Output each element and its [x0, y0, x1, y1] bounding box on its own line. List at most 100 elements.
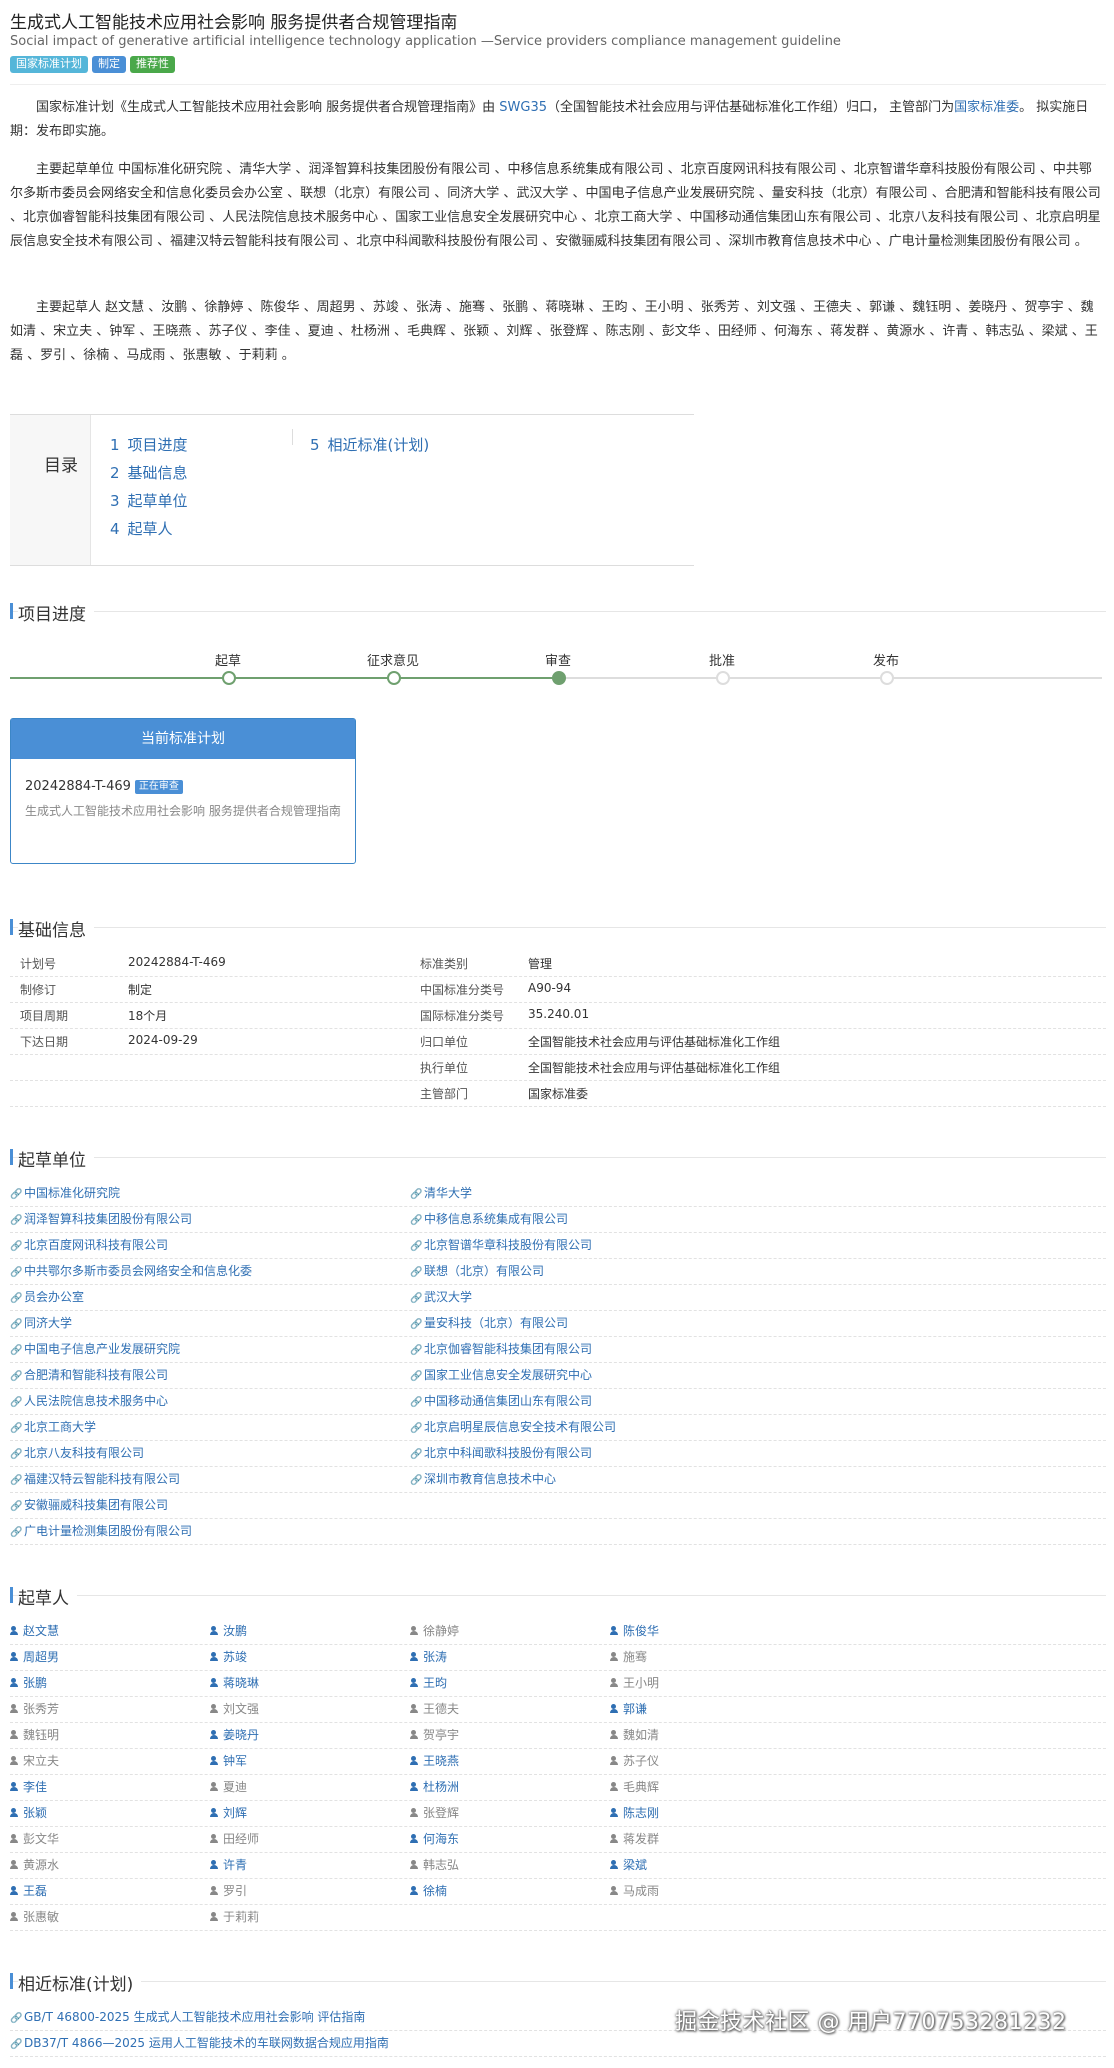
user-icon: [210, 1782, 218, 1791]
drafting-unit-link[interactable]: 🔗 广电计量检测集团股份有限公司: [10, 1522, 192, 1539]
drafting-unit-link[interactable]: 🔗 中国标准化研究院: [10, 1184, 120, 1201]
link-icon: 🔗: [10, 2013, 23, 2024]
user-icon: [210, 1704, 218, 1713]
authority-link[interactable]: 国家标准委: [954, 100, 1019, 115]
drafting-unit-link[interactable]: 🔗 合肥清和智能科技有限公司: [10, 1366, 168, 1383]
drafter-name[interactable]: 姜晓丹: [210, 1726, 259, 1743]
drafting-unit-link[interactable]: 🔗 福建汉特云智能科技有限公司: [10, 1470, 180, 1487]
drafter-name[interactable]: 王晓燕: [410, 1752, 459, 1769]
drafting-unit-link[interactable]: 🔗 安徽骊威科技集团有限公司: [10, 1496, 168, 1513]
drafting-unit-link[interactable]: 🔗 中国电子信息产业发展研究院: [10, 1340, 180, 1357]
user-icon: [210, 1912, 218, 1921]
drafter-name[interactable]: 苏竣: [210, 1648, 247, 1665]
drafting-unit-link[interactable]: 🔗 中共鄂尔多斯市委员会网络安全和信息化委: [10, 1262, 252, 1279]
page-subtitle-en: Social impact of generative artificial i…: [10, 34, 841, 49]
user-icon: [10, 1912, 18, 1921]
drafter-name[interactable]: 汝鹏: [210, 1622, 247, 1639]
drafting-unit-name: 北京百度网讯科技有限公司: [24, 1238, 169, 1252]
drafter-name: 罗引: [210, 1882, 247, 1899]
drafting-unit-link[interactable]: 🔗 北京智谱华章科技股份有限公司: [410, 1236, 592, 1253]
drafting-unit-name: 中国移动通信集团山东有限公司: [424, 1394, 593, 1408]
drafting-unit-name: 中移信息系统集成有限公司: [424, 1212, 569, 1226]
drafting-unit-link[interactable]: 🔗 量安科技（北京）有限公司: [410, 1314, 568, 1331]
drafting-unit-link[interactable]: 🔗 深圳市教育信息技术中心: [410, 1470, 556, 1487]
user-icon: [210, 1678, 218, 1687]
user-icon: [210, 1860, 218, 1869]
drafter-name[interactable]: 郭谦: [610, 1700, 647, 1717]
drafter-label: 蒋发群: [623, 1832, 660, 1846]
swg35-link[interactable]: SWG35: [499, 100, 547, 115]
similar-standard-link[interactable]: 🔗 DB37/T 4866—2025 运用人工智能技术的车联网数据合规应用指南: [10, 2034, 389, 2051]
toc-item-people[interactable]: 4 起草人: [110, 518, 173, 539]
drafter-name[interactable]: 徐楠: [410, 1882, 447, 1899]
drafter-name[interactable]: 赵文慧: [10, 1622, 59, 1639]
drafting-unit-link[interactable]: 🔗 武汉大学: [410, 1288, 472, 1305]
drafting-unit-link[interactable]: 🔗 同济大学: [10, 1314, 72, 1331]
user-icon: [210, 1652, 218, 1661]
drafting-unit-name: 广电计量检测集团股份有限公司: [24, 1524, 193, 1538]
info-value-link[interactable]: 全国智能技术社会应用与评估基础标准化工作组: [528, 1033, 780, 1050]
drafting-unit-link[interactable]: 🔗 北京八友科技有限公司: [10, 1444, 144, 1461]
drafter-name[interactable]: 张涛: [410, 1648, 447, 1665]
current-plan-card[interactable]: 当前标准计划 20242884-T-469 正在审查 生成式人工智能技术应用社会影…: [10, 718, 356, 864]
link-icon: 🔗: [10, 1449, 23, 1460]
drafting-unit-name: 深圳市教育信息技术中心: [424, 1472, 557, 1486]
drafting-unit-link[interactable]: 🔗 润泽智算科技集团股份有限公司: [10, 1210, 192, 1227]
info-value-link[interactable]: 国家标准委: [528, 1085, 588, 1102]
drafter-label: 许青: [223, 1858, 248, 1872]
similar-standard-link[interactable]: 🔗 GB/T 46800-2025 生成式人工智能技术应用社会影响 评估指南: [10, 2008, 365, 2025]
drafter-name[interactable]: 陈俊华: [610, 1622, 659, 1639]
plan-description: 生成式人工智能技术应用社会影响 服务提供者合规管理指南: [25, 804, 341, 818]
info-key: 下达日期: [20, 1035, 69, 1049]
drafting-unit-link[interactable]: 🔗 人民法院信息技术服务中心: [10, 1392, 168, 1409]
drafter-name: 蒋发群: [610, 1830, 659, 1847]
drafting-unit-link[interactable]: 🔗 北京百度网讯科技有限公司: [10, 1236, 168, 1253]
drafter-name[interactable]: 许青: [210, 1856, 247, 1873]
drafter-name[interactable]: 梁斌: [610, 1856, 647, 1873]
drafting-unit-link[interactable]: 🔗 员会办公室: [10, 1288, 84, 1305]
section-similar-standards: 相近标准(计划): [10, 1970, 1106, 1995]
drafter-name[interactable]: 张鹏: [10, 1674, 47, 1691]
plan-code: 20242884-T-469 正在审查: [25, 779, 183, 794]
drafting-unit-link[interactable]: 🔗 北京工商大学: [10, 1418, 96, 1435]
drafting-unit-link[interactable]: 🔗 中移信息系统集成有限公司: [410, 1210, 568, 1227]
drafter-name: 田经师: [210, 1830, 259, 1847]
info-value: 制定: [128, 983, 153, 997]
drafting-unit-link[interactable]: 🔗 清华大学: [410, 1184, 472, 1201]
drafter-name[interactable]: 陈志刚: [610, 1804, 659, 1821]
drafting-unit-link[interactable]: 🔗 北京启明星辰信息安全技术有限公司: [410, 1418, 616, 1435]
drafter-name[interactable]: 王磊: [10, 1882, 47, 1899]
info-value-link[interactable]: 全国智能技术社会应用与评估基础标准化工作组: [528, 1059, 780, 1076]
info-key: 标准类别: [420, 957, 469, 971]
info-row: 执行单位 全国智能技术社会应用与评估基础标准化工作组: [10, 1054, 1106, 1081]
unit-row: 🔗 北京工商大学 🔗 北京启明星辰信息安全技术有限公司: [10, 1414, 1106, 1441]
drafter-name[interactable]: 杜杨洲: [410, 1778, 459, 1795]
drafting-unit-link[interactable]: 🔗 中国移动通信集团山东有限公司: [410, 1392, 592, 1409]
section-basic-info: 基础信息: [10, 916, 1106, 941]
drafting-unit-link[interactable]: 🔗 北京中科闻歌科技股份有限公司: [410, 1444, 592, 1461]
unit-row: 🔗 同济大学 🔗 量安科技（北京）有限公司: [10, 1310, 1106, 1337]
drafter-name[interactable]: 周超男: [10, 1648, 59, 1665]
drafter-name[interactable]: 何海东: [410, 1830, 459, 1847]
drafting-unit-link[interactable]: 🔗 国家工业信息安全发展研究中心: [410, 1366, 592, 1383]
toc-item-basic[interactable]: 2 基础信息: [110, 462, 188, 483]
user-icon: [410, 1860, 418, 1869]
drafter-label: 王晓燕: [423, 1754, 460, 1768]
toc-item-similar[interactable]: 5 相近标准(计划): [310, 434, 429, 455]
drafting-unit-link[interactable]: 🔗 联想（北京）有限公司: [410, 1262, 544, 1279]
drafter-name[interactable]: 蒋晓琳: [210, 1674, 259, 1691]
toc-item-progress[interactable]: 1 项目进度: [110, 434, 188, 455]
drafter-name[interactable]: 李佳: [10, 1778, 47, 1795]
drafter-name[interactable]: 张颖: [10, 1804, 47, 1821]
drafting-unit-name: 量安科技（北京）有限公司: [424, 1316, 569, 1330]
drafter-name[interactable]: 王昀: [410, 1674, 447, 1691]
drafting-unit-link[interactable]: 🔗 北京伽睿智能科技集团有限公司: [410, 1340, 592, 1357]
step-label-draft: 起草: [214, 654, 241, 669]
toc-item-units[interactable]: 3 起草单位: [110, 490, 188, 511]
drafter-name: 魏钰明: [10, 1726, 59, 1743]
drafter-name[interactable]: 刘辉: [210, 1804, 247, 1821]
intro-paragraph-people: 主要起草人 赵文慧 、汝鹏 、徐静婷 、陈俊华 、周超男 、苏竣 、张涛 、施骞…: [10, 300, 1098, 363]
info-key: 制修订: [20, 983, 57, 997]
drafter-name[interactable]: 钟军: [210, 1752, 247, 1769]
drafter-label: 陈志刚: [623, 1806, 660, 1820]
